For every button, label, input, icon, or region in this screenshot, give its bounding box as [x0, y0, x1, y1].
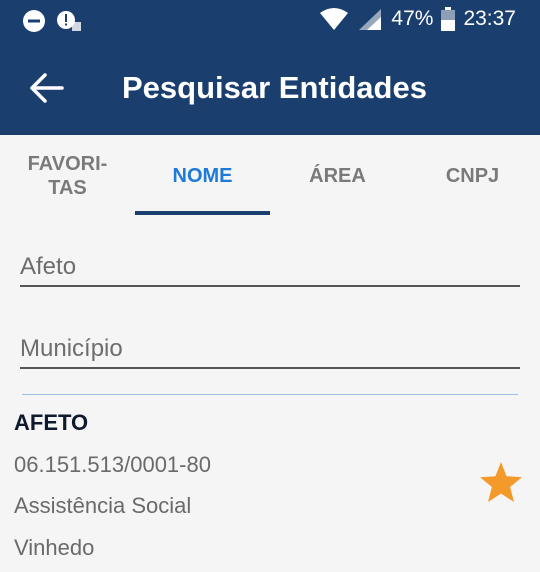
municipio-input[interactable]: Município — [20, 335, 520, 371]
tab-nome[interactable]: NOME — [135, 135, 270, 217]
active-tab-indicator — [135, 211, 270, 215]
entity-name: AFETO — [14, 410, 89, 435]
tab-nome-label: NOME — [172, 165, 233, 187]
list-item[interactable]: AFETO 06.151.513/0001-80 Assistência Soc… — [14, 410, 534, 560]
entity-cnpj: 06.151.513/0001-80 — [14, 452, 211, 477]
battery-percent: 47% — [391, 7, 434, 30]
name-search-input[interactable]: Afeto — [20, 253, 520, 289]
page-title: Pesquisar Entidades — [122, 70, 427, 105]
tab-bar: FAVORI- TAS NOME ÁREA CNPJ — [0, 135, 540, 217]
favorite-star-icon[interactable] — [478, 460, 524, 504]
signal-icon — [359, 9, 382, 30]
entity-city: Vinhedo — [14, 535, 95, 560]
tab-favoritas-line2: TAS — [48, 177, 87, 199]
divider — [22, 394, 518, 395]
municipio-input-underline — [20, 367, 520, 369]
back-arrow-icon[interactable] — [28, 70, 68, 106]
do-not-disturb-icon — [23, 10, 45, 32]
battery-icon — [441, 7, 456, 31]
wifi-icon — [320, 8, 349, 30]
tab-cnpj-label: CNPJ — [445, 165, 500, 187]
tab-area-label: ÁREA — [309, 165, 366, 187]
tab-area[interactable]: ÁREA — [270, 135, 405, 217]
tab-favoritas-line1: FAVORI- — [27, 153, 108, 175]
municipio-placeholder: Município — [20, 335, 123, 362]
app-bar: 47% 23:37 Pesquisar Entidades — [0, 0, 540, 135]
tab-favoritas[interactable]: FAVORI- TAS — [0, 135, 135, 217]
name-input-underline — [20, 285, 520, 287]
clock: 23:37 — [463, 7, 516, 30]
tab-cnpj[interactable]: CNPJ — [405, 135, 540, 217]
name-search-value: Afeto — [20, 253, 77, 280]
status-bar: 47% 23:37 — [0, 0, 540, 42]
alert-icon — [57, 11, 81, 31]
entity-area: Assistência Social — [14, 493, 192, 518]
